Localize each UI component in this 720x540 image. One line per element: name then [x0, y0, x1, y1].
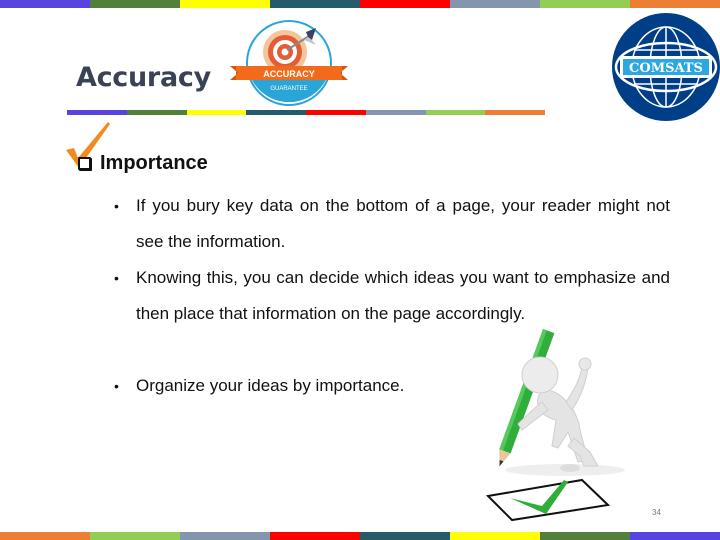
slide-title: Accuracy: [76, 62, 211, 93]
section-heading: Importance: [78, 152, 208, 175]
bullet-text: If you bury key data on the bottom of a …: [136, 196, 670, 251]
section-heading-text: Importance: [100, 152, 208, 174]
logo-text: COMSATS: [629, 61, 703, 76]
title-stripe-segment: [485, 110, 545, 115]
top-stripe-segment: [270, 0, 360, 8]
top-stripe-segment: [450, 0, 540, 8]
badge-top-text: ACCURACY: [263, 69, 315, 79]
comsats-logo: COMSATS: [612, 13, 720, 121]
bottom-stripe-segment: [450, 532, 540, 540]
title-stripe-segment: [365, 110, 426, 115]
title-stripe-segment: [425, 110, 486, 115]
figure-with-pencil-illustration: [485, 329, 625, 522]
top-stripe-segment: [180, 0, 270, 8]
top-stripe-segment: [540, 0, 630, 8]
bottom-stripe-segment: [270, 532, 360, 540]
bullet-item: • If you bury key data on the bottom of …: [114, 188, 670, 260]
bottom-stripe-segment: [630, 532, 720, 540]
top-color-stripe: [0, 0, 720, 8]
bottom-stripe-segment: [90, 532, 180, 540]
accuracy-guarantee-badge-icon: ACCURACY GUARANTEE: [230, 20, 348, 106]
title-stripe-segment: [306, 110, 366, 115]
bullet-dot-icon: •: [114, 270, 119, 286]
title-stripe-segment: [246, 110, 306, 115]
bottom-stripe-segment: [180, 532, 270, 540]
top-stripe-segment: [90, 0, 180, 8]
bottom-stripe-segment: [540, 532, 630, 540]
title-underline-stripe: [67, 110, 545, 115]
top-stripe-segment: [630, 0, 720, 8]
bottom-stripe-segment: [0, 532, 90, 540]
title-stripe-segment: [126, 110, 187, 115]
checkbox-bullet-icon: [78, 157, 91, 170]
badge-bottom-text: GUARANTEE: [270, 86, 307, 92]
page-number: 34: [652, 508, 661, 517]
bottom-stripe-segment: [360, 532, 450, 540]
title-stripe-segment: [186, 110, 247, 115]
top-stripe-segment: [360, 0, 450, 8]
bottom-color-stripe: [0, 532, 720, 540]
top-stripe-segment: [0, 0, 90, 8]
bullet-dot-icon: •: [114, 198, 119, 214]
title-stripe-segment: [67, 110, 127, 115]
bullet-dot-icon: •: [114, 378, 119, 394]
